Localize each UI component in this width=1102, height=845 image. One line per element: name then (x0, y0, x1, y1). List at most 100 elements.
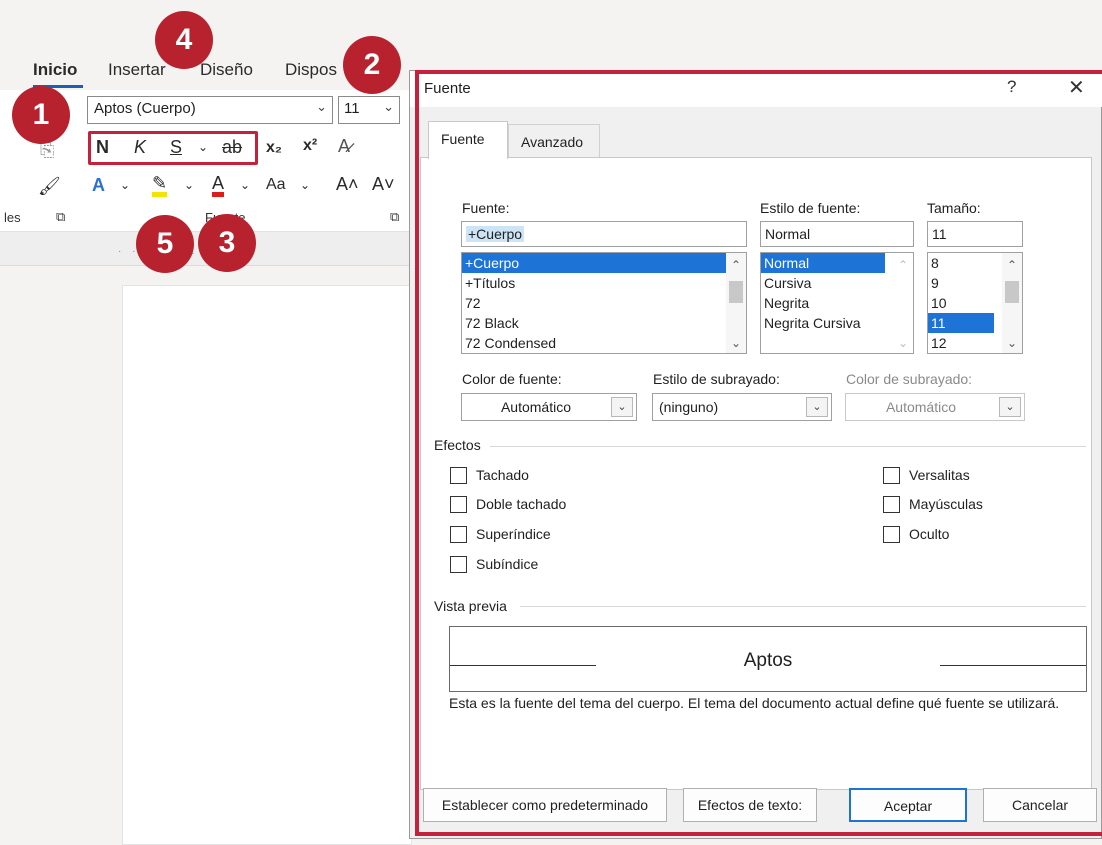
subscript-button[interactable]: x₂ (266, 139, 282, 157)
list-item[interactable]: Negrita (761, 293, 913, 313)
dialog-launcher-icon[interactable]: ⧉ (56, 209, 65, 225)
chevron-down-icon[interactable]: ⌄ (300, 178, 310, 192)
font-color-combo[interactable]: Automático ⌄ (461, 393, 637, 421)
chevron-down-icon[interactable]: ⌄ (611, 397, 633, 417)
callout-2: 2 (343, 36, 401, 94)
font-dialog-launcher-icon[interactable]: ⧉ (390, 209, 399, 225)
chevron-down-icon[interactable]: ⌄ (999, 397, 1021, 417)
tab-inicio[interactable]: Inicio (33, 60, 77, 80)
tab-fuente[interactable]: Fuente (428, 121, 508, 159)
grow-font-button[interactable]: A˄ (336, 174, 359, 195)
clear-formatting-icon[interactable]: A̷ (338, 136, 350, 157)
font-color-icon[interactable]: A (212, 174, 225, 197)
chevron-down-icon: ⌄ (383, 99, 394, 114)
font-size-combo[interactable]: 11 ⌄ (338, 96, 400, 124)
text-effects-icon[interactable]: A (92, 175, 105, 196)
scrollbar[interactable]: ⌃ ⌄ (1002, 253, 1022, 353)
chevron-down-icon[interactable]: ⌄ (240, 178, 250, 192)
text-effects-button[interactable]: Efectos de texto: (683, 788, 817, 822)
checkbox-box[interactable] (450, 496, 467, 513)
checkbox-box[interactable] (883, 496, 900, 513)
preview-line-right (940, 665, 1086, 666)
list-item[interactable]: 11 (928, 313, 994, 333)
checkbox-label: Oculto (909, 526, 950, 542)
tab-disposicion[interactable]: Dispos (285, 60, 337, 80)
bold-button[interactable]: N (96, 137, 109, 158)
list-item[interactable]: 72 Condensed (462, 333, 746, 353)
style-input[interactable]: Normal (760, 221, 914, 247)
checkbox-label: Tachado (476, 467, 529, 483)
font-input[interactable]: +Cuerpo (461, 221, 747, 247)
underline-color-value: Automático (885, 399, 957, 415)
checkbox-box[interactable] (450, 467, 467, 484)
tab-insertar[interactable]: Insertar (108, 60, 166, 80)
chevron-down-icon: ⌄ (898, 336, 909, 350)
list-item[interactable]: 72 Black (462, 313, 746, 333)
chevron-down-icon[interactable]: ⌄ (1007, 336, 1017, 350)
cancel-button[interactable]: Cancelar (983, 788, 1097, 822)
scroll-thumb[interactable] (1005, 281, 1019, 303)
font-name-combo[interactable]: Aptos (Cuerpo) ⌄ (87, 96, 333, 124)
checkbox-box[interactable] (883, 467, 900, 484)
underline-dropdown-icon[interactable]: ⌄ (198, 140, 208, 154)
font-size-value: 11 (344, 100, 360, 117)
chevron-down-icon[interactable]: ⌄ (806, 397, 828, 417)
underline-color-combo[interactable]: Automático ⌄ (845, 393, 1025, 421)
checkbox-label: Mayúsculas (909, 496, 983, 512)
strikethrough-button[interactable]: ab (222, 137, 242, 158)
set-default-button[interactable]: Establecer como predeterminado (423, 788, 667, 822)
tab-diseno[interactable]: Diseño (200, 60, 253, 80)
ok-button[interactable]: Aceptar (849, 788, 967, 822)
list-item[interactable]: +Cuerpo (462, 253, 746, 273)
size-listbox[interactable]: 8 9 10 11 12 ⌃ ⌄ (927, 252, 1023, 354)
italic-button[interactable]: K (134, 137, 146, 158)
list-item[interactable]: Negrita Cursiva (761, 313, 913, 333)
tab-avanzado[interactable]: Avanzado (508, 124, 600, 157)
document-page[interactable] (122, 285, 412, 845)
format-painter-icon[interactable]: 🖌 (38, 176, 61, 197)
close-icon[interactable]: ✕ (1068, 75, 1085, 100)
checkbox-box[interactable] (450, 556, 467, 573)
chevron-down-icon[interactable]: ⌄ (731, 336, 741, 350)
preview-label: Vista previa (434, 598, 507, 614)
checkbox-box[interactable] (883, 526, 900, 543)
size-input[interactable]: 11 (927, 221, 1023, 247)
underline-style-combo[interactable]: (ninguno) ⌄ (652, 393, 832, 421)
tab-fuente-label: Fuente (441, 131, 485, 147)
highlight-color-icon[interactable]: ✎ (152, 174, 168, 197)
chevron-up-icon[interactable]: ⌃ (1007, 258, 1017, 272)
underline-style-label: Estilo de subrayado: (653, 371, 780, 387)
help-button[interactable]: ? (1007, 77, 1016, 97)
chevron-up-icon[interactable]: ⌃ (731, 258, 741, 272)
superscript-button[interactable]: x² (303, 137, 317, 155)
underline-button[interactable]: S (170, 137, 182, 158)
font-color-value: Automático (500, 399, 572, 415)
font-input-value: +Cuerpo (466, 226, 525, 242)
scroll-thumb[interactable] (729, 281, 743, 303)
list-item[interactable]: 72 (462, 293, 746, 313)
list-item[interactable]: Normal (761, 253, 885, 273)
effects-label: Efectos (434, 437, 481, 453)
style-listbox[interactable]: Normal Cursiva Negrita Negrita Cursiva ⌃… (760, 252, 914, 354)
list-item[interactable]: Cursiva (761, 273, 913, 293)
font-listbox[interactable]: +Cuerpo +Títulos 72 72 Black 72 Condense… (461, 252, 747, 354)
chevron-down-icon[interactable]: ⌄ (184, 178, 194, 192)
scrollbar[interactable]: ⌃ ⌄ (726, 253, 746, 353)
checkbox-label: Subíndice (476, 556, 539, 572)
size-input-value: 11 (932, 226, 947, 242)
list-item[interactable]: +Títulos (462, 273, 746, 293)
change-case-button[interactable]: Aa (266, 176, 286, 194)
dialog-titlebar: Fuente ? ✕ (410, 71, 1102, 107)
scrollbar[interactable]: ⌃ ⌄ (893, 253, 913, 353)
chevron-down-icon[interactable]: ⌄ (120, 178, 130, 192)
shrink-font-button[interactable]: A˅ (372, 174, 395, 195)
callout-1: 1 (12, 86, 70, 144)
preview-description: Esta es la fuente del tema del cuerpo. E… (449, 695, 1060, 711)
callout-5: 5 (136, 215, 194, 273)
chevron-up-icon: ⌃ (898, 258, 909, 272)
callout-4: 4 (155, 11, 213, 69)
checkbox-box[interactable] (450, 526, 467, 543)
font-label: Fuente: (462, 200, 510, 216)
checkbox-label: Versalitas (909, 467, 970, 483)
checkbox-label: Doble tachado (476, 496, 567, 512)
